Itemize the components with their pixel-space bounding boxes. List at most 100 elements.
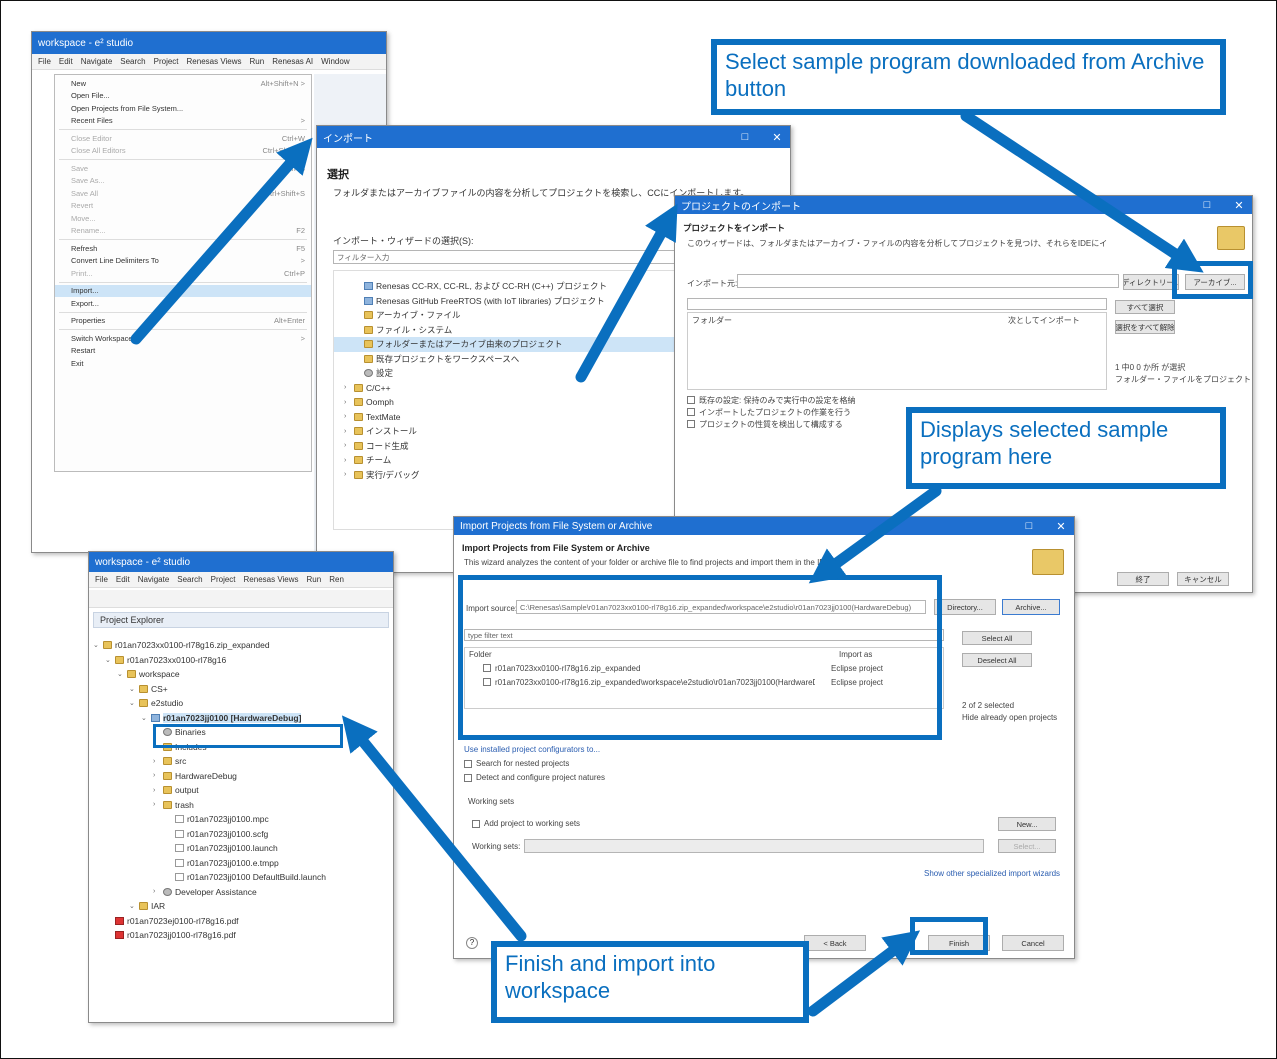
- menu-edit[interactable]: Edit: [116, 575, 130, 584]
- maximize-icon[interactable]: □: [1194, 199, 1220, 211]
- wizard-item[interactable]: ファイル・システム: [334, 323, 682, 338]
- nested-option[interactable]: Search for nested projects: [464, 759, 569, 768]
- jp-option[interactable]: 既存の設定: 保持のみで実行中の設定を格納: [687, 394, 987, 406]
- deselect-all-button[interactable]: Deselect All: [962, 653, 1032, 667]
- select-button[interactable]: Select...: [998, 839, 1056, 853]
- menu-navigate[interactable]: Navigate: [138, 575, 170, 584]
- tree-node[interactable]: r01an7023jj0100.e.tmpp: [93, 856, 389, 871]
- working-sets-input[interactable]: [524, 839, 984, 853]
- wizard-group[interactable]: › コード生成: [334, 439, 682, 454]
- menu-item-open-projects-from-file-system[interactable]: Open Projects from File System...: [55, 102, 311, 115]
- wizard-group[interactable]: › Oomph: [334, 395, 682, 410]
- wizard-group[interactable]: › チーム: [334, 453, 682, 468]
- expand-chevron-icon[interactable]: ›: [344, 457, 351, 464]
- menu-item-close-editor[interactable]: Close Editor Ctrl+W: [55, 132, 311, 145]
- menu-item-open-file[interactable]: Open File...: [55, 90, 311, 103]
- option-checkbox[interactable]: [687, 396, 695, 404]
- menu-item-new[interactable]: New Alt+Shift+N >: [55, 77, 311, 90]
- menu-item-save-all[interactable]: Save All Ctrl+Shift+S: [55, 187, 311, 200]
- expand-chevron-icon[interactable]: ›: [153, 787, 160, 794]
- menu-window[interactable]: Window: [321, 57, 349, 66]
- menu-renesas-views[interactable]: Renesas Views: [187, 57, 242, 66]
- menu-item-save[interactable]: Save Ctrl+S: [55, 162, 311, 175]
- tree-node[interactable]: r01an7023jj0100-rl78g16.pdf: [93, 928, 389, 943]
- tree-node[interactable]: ⌄ r01an7023jj0100 [HardwareDebug]: [93, 711, 389, 726]
- menu-item-move[interactable]: Move...: [55, 212, 311, 225]
- wizard-item[interactable]: 設定: [334, 366, 682, 381]
- tree-node[interactable]: › HardwareDebug: [93, 769, 389, 784]
- close-icon[interactable]: ✕: [764, 131, 790, 144]
- menu-item-restart[interactable]: Restart: [55, 345, 311, 358]
- expand-chevron-icon[interactable]: ›: [153, 801, 160, 808]
- add-ws-option[interactable]: Add project to working sets: [472, 819, 580, 828]
- jp-source-input[interactable]: [737, 274, 1119, 288]
- expand-chevron-icon[interactable]: ⌄: [117, 670, 124, 678]
- menu-item-print[interactable]: Print... Ctrl+P: [55, 267, 311, 280]
- back-button[interactable]: < Back: [804, 935, 866, 951]
- expand-chevron-icon[interactable]: ›: [344, 384, 351, 391]
- show-wizards-link[interactable]: Show other specialized import wizards: [924, 869, 1060, 878]
- menu-ren[interactable]: Ren: [329, 575, 344, 584]
- menu-item-convert-line-delimiters-to[interactable]: Convert Line Delimiters To >: [55, 255, 311, 268]
- wizard-item[interactable]: 既存プロジェクトをワークスペースへ: [334, 352, 682, 367]
- tree-node[interactable]: ⌄ IAR: [93, 899, 389, 914]
- menu-item-close-all-editors[interactable]: Close All Editors Ctrl+Shift+W: [55, 145, 311, 158]
- close-icon[interactable]: ✕: [1048, 520, 1074, 533]
- option-checkbox[interactable]: [687, 420, 695, 428]
- menu-item-properties[interactable]: Properties Alt+Enter: [55, 315, 311, 328]
- detect-checkbox[interactable]: [464, 773, 472, 782]
- configurators-link[interactable]: Use installed project configurators to..…: [464, 745, 600, 754]
- menu-item-recent-files[interactable]: Recent Files >: [55, 115, 311, 128]
- tree-node[interactable]: ⌄ workspace: [93, 667, 389, 682]
- expand-chevron-icon[interactable]: ›: [153, 758, 160, 765]
- directory-button[interactable]: Directory...: [934, 599, 996, 615]
- tree-node[interactable]: › trash: [93, 798, 389, 813]
- expand-chevron-icon[interactable]: ›: [153, 772, 160, 779]
- menu-project[interactable]: Project: [211, 575, 236, 584]
- maximize-icon[interactable]: □: [1016, 520, 1042, 532]
- jp-select-all-button[interactable]: すべて選択: [1115, 300, 1175, 314]
- menu-run[interactable]: Run: [307, 575, 322, 584]
- wizard-group[interactable]: › TextMate: [334, 410, 682, 425]
- expand-chevron-icon[interactable]: ⌄: [93, 641, 100, 649]
- menu-file[interactable]: File: [95, 575, 108, 584]
- select-all-button[interactable]: Select All: [962, 631, 1032, 645]
- menu-run[interactable]: Run: [250, 57, 265, 66]
- menu-renesas-views[interactable]: Renesas Views: [244, 575, 299, 584]
- expand-chevron-icon[interactable]: ›: [344, 442, 351, 449]
- tree-node[interactable]: ⌄ CS+: [93, 682, 389, 697]
- tree-node[interactable]: ⌄ e2studio: [93, 696, 389, 711]
- maximize-icon[interactable]: □: [732, 131, 758, 143]
- help-icon[interactable]: ?: [466, 937, 478, 949]
- menu-navigate[interactable]: Navigate: [81, 57, 113, 66]
- jp-cancel-button[interactable]: キャンセル: [1177, 572, 1229, 586]
- wizard-item[interactable]: アーカイブ・ファイル: [334, 308, 682, 323]
- tree-node[interactable]: ⌄ r01an7023xx0100-rl78g16.zip_expanded: [93, 638, 389, 653]
- menu-item-save-as[interactable]: Save As...: [55, 175, 311, 188]
- expand-chevron-icon[interactable]: ›: [344, 428, 351, 435]
- menu-project[interactable]: Project: [154, 57, 179, 66]
- tree-node[interactable]: r01an7023ej0100-rl78g16.pdf: [93, 914, 389, 929]
- close-icon[interactable]: ✕: [1226, 199, 1252, 212]
- menu-item-export[interactable]: Export...: [55, 297, 311, 310]
- option-checkbox[interactable]: [687, 408, 695, 416]
- menu-search[interactable]: Search: [177, 575, 202, 584]
- wizard-group[interactable]: › 実行/デバッグ: [334, 468, 682, 483]
- menu-item-revert[interactable]: Revert: [55, 200, 311, 213]
- new-button[interactable]: New...: [998, 817, 1056, 831]
- jp-finish-button[interactable]: 終了: [1117, 572, 1169, 586]
- tree-node[interactable]: › Developer Assistance: [93, 885, 389, 900]
- expand-chevron-icon[interactable]: ⌄: [105, 656, 112, 664]
- tree-node[interactable]: ⌄ r01an7023xx0100-rl78g16: [93, 653, 389, 668]
- jp-directory-button[interactable]: ディレクトリー...: [1123, 274, 1179, 290]
- expand-chevron-icon[interactable]: ›: [344, 399, 351, 406]
- tree-node[interactable]: r01an7023jj0100.mpc: [93, 812, 389, 827]
- menu-search[interactable]: Search: [120, 57, 145, 66]
- tree-node[interactable]: › src: [93, 754, 389, 769]
- tree-node[interactable]: r01an7023jj0100.scfg: [93, 827, 389, 842]
- menu-item-rename[interactable]: Rename... F2: [55, 225, 311, 238]
- tree-node[interactable]: › output: [93, 783, 389, 798]
- menu-item-refresh[interactable]: Refresh F5: [55, 242, 311, 255]
- cancel-button[interactable]: Cancel: [1002, 935, 1064, 951]
- menu-item-switch-workspace[interactable]: Switch Workspace >: [55, 332, 311, 345]
